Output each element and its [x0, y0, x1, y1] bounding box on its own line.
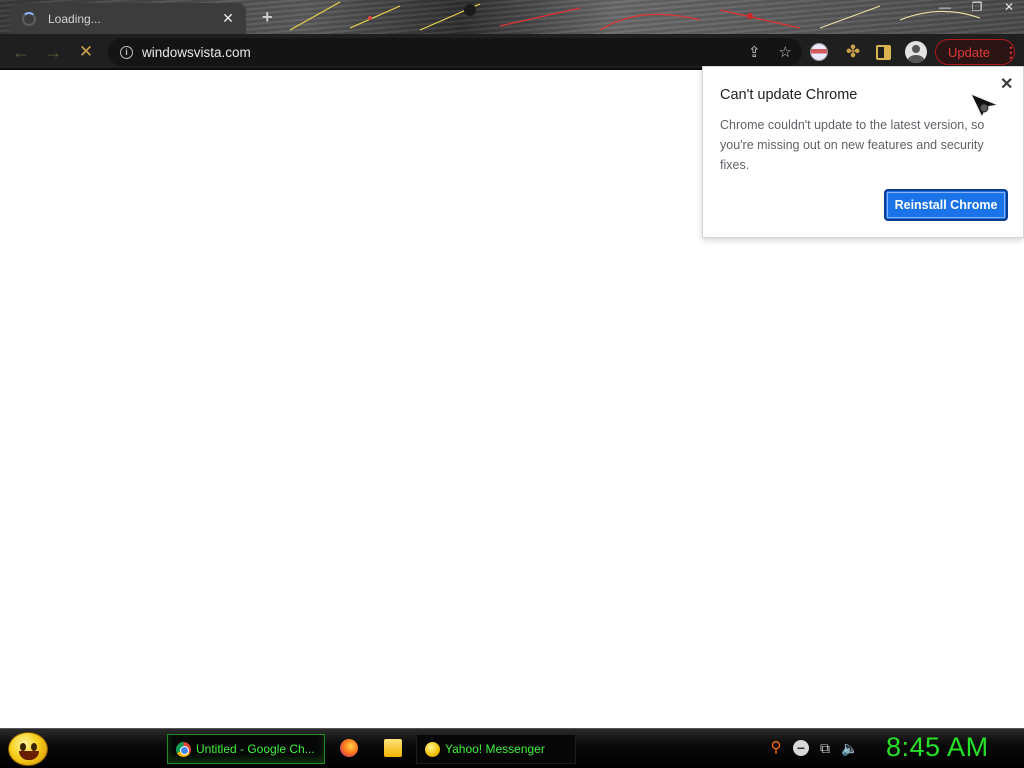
window-controls: — ❐ ✕: [938, 0, 1016, 14]
loading-spinner-icon: [22, 11, 36, 26]
volume-icon[interactable]: 🔈: [841, 740, 858, 756]
address-bar[interactable]: i windowsvista.com ⇪ ☆: [108, 38, 802, 66]
taskbar-item-yahoo-messenger[interactable]: Yahoo! Messenger: [416, 734, 576, 764]
chrome-icon: [176, 741, 191, 757]
back-button[interactable]: ←: [11, 42, 31, 62]
kebab-menu-icon[interactable]: ⋮: [1004, 44, 1018, 61]
close-window-button[interactable]: ✕: [1002, 0, 1016, 14]
search-icon[interactable]: ⚲: [768, 740, 784, 756]
tab-close-icon[interactable]: ✕: [220, 10, 236, 27]
browser-title-bar: Loading... ✕ + — ❐ ✕: [0, 0, 1024, 34]
smiley-eye: [20, 743, 26, 751]
site-info-icon[interactable]: i: [120, 45, 133, 59]
browser-toolbar: ← → ✕ i windowsvista.com ⇪ ☆ ✤ Update ⋮: [0, 34, 1024, 70]
update-label: Update: [948, 44, 990, 60]
minimize-button[interactable]: —: [938, 0, 952, 14]
wallpaper-splatter: [289, 1, 981, 31]
mouse-cursor-icon: [970, 93, 1000, 119]
folder-icon[interactable]: [384, 739, 402, 757]
popup-close-icon[interactable]: ✕: [1000, 74, 1013, 94]
smiley-mouth: [19, 751, 39, 760]
url-text[interactable]: windowsvista.com: [142, 45, 251, 60]
taskbar-item-chrome[interactable]: Untitled - Google Ch...: [167, 734, 325, 764]
bookmark-star-icon[interactable]: ☆: [779, 43, 792, 61]
browser-tab[interactable]: Loading... ✕: [10, 3, 246, 34]
tab-title: Loading...: [48, 11, 101, 26]
restore-button[interactable]: ❐: [970, 0, 984, 14]
minus-circle-icon[interactable]: −: [793, 740, 809, 756]
extension-flag-icon[interactable]: [810, 43, 828, 61]
yahoo-messenger-icon: [425, 741, 440, 757]
smiley-eye: [31, 743, 37, 751]
firefox-icon[interactable]: [340, 739, 358, 757]
extensions-puzzle-icon[interactable]: ✤: [843, 42, 863, 62]
taskbar-item-label: Untitled - Google Ch...: [196, 742, 315, 756]
network-icon[interactable]: ⧉: [817, 740, 833, 756]
update-error-popup: Can't update Chrome ✕ Chrome couldn't up…: [702, 66, 1024, 238]
reinstall-chrome-button[interactable]: Reinstall Chrome: [884, 189, 1008, 221]
profile-avatar-icon[interactable]: [905, 41, 927, 63]
start-button-smiley-icon[interactable]: [8, 732, 48, 766]
new-tab-button[interactable]: +: [262, 7, 273, 28]
side-panel-icon[interactable]: [876, 45, 891, 60]
stop-loading-button[interactable]: ✕: [76, 42, 96, 62]
popup-message: Chrome couldn't update to the latest ver…: [720, 118, 985, 172]
share-icon[interactable]: ⇪: [748, 43, 761, 61]
popup-title: Can't update Chrome: [720, 87, 858, 103]
system-clock[interactable]: 8:45 AM: [886, 732, 989, 763]
taskbar: Untitled - Google Ch... Yahoo! Messenger…: [0, 728, 1024, 768]
update-button[interactable]: Update ⋮: [935, 39, 1018, 65]
forward-button[interactable]: →: [43, 42, 63, 62]
taskbar-item-label: Yahoo! Messenger: [445, 742, 545, 756]
